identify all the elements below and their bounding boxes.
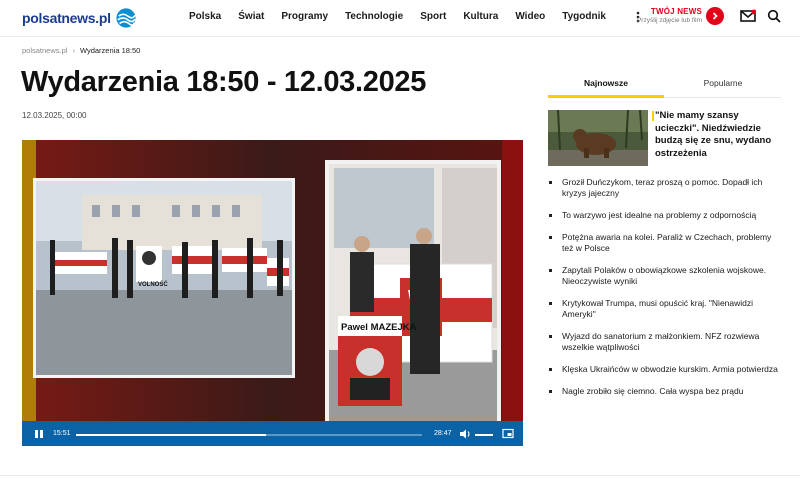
main-nav: Polska Świat Programy Technologie Sport … — [189, 11, 623, 22]
news-item-title: Klęska Ukraińców w obwodzie kurskim. Arm… — [562, 364, 778, 374]
search-icon[interactable] — [767, 9, 781, 23]
nav-item-swiat[interactable]: Świat — [238, 11, 264, 22]
nav-item-sport[interactable]: Sport — [420, 11, 446, 22]
video-frame-image: VOLNOŚĆ Pawel MAZEJKA — [22, 140, 523, 422]
feature-accent-bar — [652, 111, 654, 121]
nav-item-polska[interactable]: Polska — [189, 11, 221, 22]
news-item[interactable]: Potężna awaria na kolei. Paraliż w Czech… — [549, 232, 779, 254]
sign-name-text: Pawel MAZEJKA — [341, 322, 417, 333]
site-header: polsatnews.pl Polska Świat Programy Tech… — [0, 0, 800, 36]
bullet-icon — [549, 214, 552, 217]
progress-fill — [76, 434, 266, 436]
volume-icon[interactable] — [459, 428, 471, 440]
bullet-icon — [549, 236, 552, 239]
news-item-title: To warzywo jest idealne na problemy z od… — [562, 210, 757, 220]
news-item[interactable]: Klęska Ukraińców w obwodzie kurskim. Arm… — [549, 364, 779, 375]
nav-item-tygodnik[interactable]: Tygodnik — [562, 11, 606, 22]
twoj-news-button[interactable] — [706, 7, 724, 25]
bullet-icon — [549, 302, 552, 305]
bullet-icon — [549, 390, 552, 393]
twoj-news-link[interactable]: TWÓJ NEWS Przyślij zdjęcie lub film — [626, 7, 702, 24]
sign-left-text: VOLNOŚĆ — [138, 280, 168, 288]
article-date: 12.03.2025, 00:00 — [22, 111, 87, 120]
feature-article-title[interactable]: "Nie mamy szansy ucieczki". Niedźwiedzie… — [655, 110, 775, 160]
logo-swirl-icon — [116, 8, 136, 28]
breadcrumb-separator: › — [72, 46, 75, 55]
chevron-right-icon — [712, 12, 718, 20]
news-item-title: Zapytali Polaków o obowiązkowe szkolenia… — [562, 265, 767, 286]
news-item[interactable]: To warzywo jest idealne na problemy z od… — [549, 210, 779, 221]
twoj-news-subtitle: Przyślij zdjęcie lub film — [636, 17, 702, 24]
bullet-icon — [549, 269, 552, 272]
news-list: Groził Duńczykom, teraz proszą o pomoc. … — [549, 177, 779, 397]
news-item-title: Potężna awaria na kolei. Paraliż w Czech… — [562, 232, 772, 253]
bullet-icon — [549, 368, 552, 371]
footer-divider — [0, 475, 800, 476]
nav-item-technologie[interactable]: Technologie — [345, 11, 403, 22]
video-player[interactable]: VOLNOŚĆ Pawel MAZEJKA — [22, 140, 523, 446]
news-item[interactable]: Groził Duńczykom, teraz proszą o pomoc. … — [549, 177, 779, 199]
news-item[interactable]: Wyjazd do sanatorium z małżonkiem. NFZ r… — [549, 331, 779, 353]
feature-image-bear[interactable] — [548, 110, 648, 166]
header-divider — [0, 36, 800, 37]
volume-slider[interactable] — [475, 434, 493, 436]
breadcrumb-current: Wydarzenia 18:50 — [79, 46, 141, 55]
breadcrumb-home[interactable]: polsatnews.pl — [22, 46, 67, 55]
nav-item-wideo[interactable]: Wideo — [515, 11, 545, 22]
page-title: Wydarzenia 18:50 - 12.03.2025 — [21, 66, 427, 98]
current-time: 15:51 — [53, 430, 71, 437]
news-item-title: Krytykował Trumpa, musi opuścić kraj. "N… — [562, 298, 754, 319]
news-item[interactable]: Nagle zrobiło się ciemno. Cała wyspa bez… — [549, 386, 779, 397]
bullet-icon — [549, 335, 552, 338]
news-item-title: Nagle zrobiło się ciemno. Cała wyspa bez… — [562, 386, 744, 396]
news-item[interactable]: Krytykował Trumpa, musi opuścić kraj. "N… — [549, 298, 779, 320]
news-item-title: Wyjazd do sanatorium z małżonkiem. NFZ r… — [562, 331, 760, 352]
logo-text: polsatnews.pl — [22, 10, 111, 26]
news-item-title: Groził Duńczykom, teraz proszą o pomoc. … — [562, 177, 763, 198]
nav-item-kultura[interactable]: Kultura — [463, 11, 498, 22]
breadcrumb: polsatnews.pl › Wydarzenia 18:50 — [22, 46, 140, 55]
duration: 28:47 — [434, 430, 452, 437]
tab-popularne[interactable]: Popularne — [665, 72, 781, 96]
nav-item-programy[interactable]: Programy — [281, 11, 328, 22]
mail-icon[interactable] — [740, 9, 756, 23]
tab-najnowsze[interactable]: Najnowsze — [548, 72, 664, 96]
site-logo[interactable]: polsatnews.pl — [22, 7, 137, 29]
twoj-news-title: TWÓJ NEWS — [650, 7, 702, 16]
bullet-icon — [549, 181, 552, 184]
active-tab-indicator — [548, 95, 664, 98]
fullscreen-icon[interactable] — [502, 428, 514, 439]
pause-icon[interactable] — [34, 429, 44, 439]
news-item[interactable]: Zapytali Polaków o obowiązkowe szkolenia… — [549, 265, 779, 287]
